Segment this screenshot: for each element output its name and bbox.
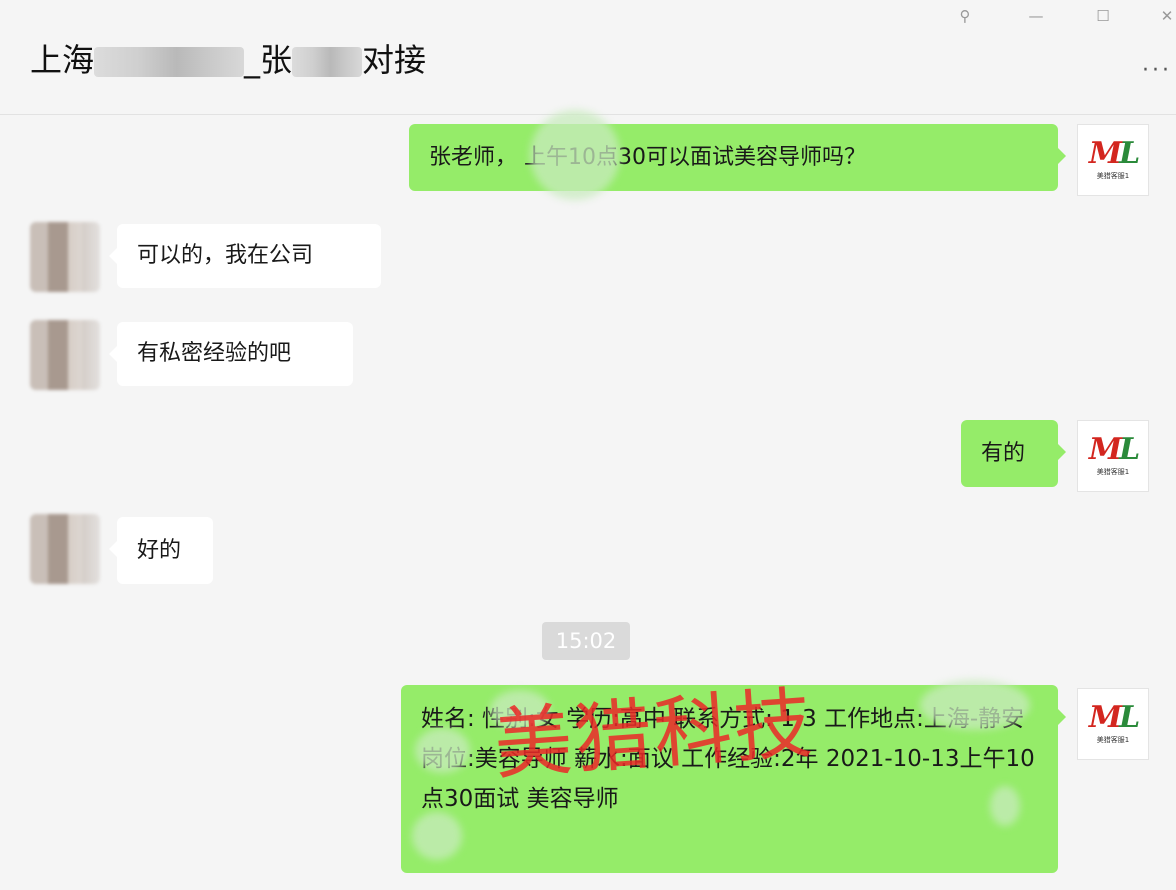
message-bubble-incoming[interactable]: 可以的，我在公司 [109, 224, 381, 288]
redacted-blur [412, 812, 462, 860]
maximize-icon[interactable]: ☐ [1092, 5, 1114, 27]
timestamp: 15:02 [542, 622, 630, 660]
avatar-contact[interactable] [30, 514, 100, 584]
avatar-self[interactable]: ML 美猎客服1 [1077, 420, 1149, 492]
message-bubble-outgoing[interactable]: 张老师， 上午10点30可以面试美容导师吗？ [409, 124, 1066, 191]
redacted-blur [292, 47, 363, 77]
logo-icon: ML [1088, 432, 1140, 467]
redacted-blur [920, 680, 1030, 730]
redacted-blur [490, 690, 550, 730]
message-bubble-incoming[interactable]: 好的 [109, 517, 213, 584]
close-icon[interactable]: ✕ [1156, 5, 1176, 27]
title-bar: 上海 _张 对接 ⚲ — ☐ ✕ ··· [0, 0, 1176, 115]
avatar-contact[interactable] [30, 320, 100, 390]
redacted-blur [94, 47, 245, 77]
chat-title: 上海 _张 对接 [30, 41, 427, 79]
message-bubble-incoming[interactable]: 有私密经验的吧 [109, 322, 353, 386]
redacted-blur [990, 786, 1020, 826]
message-bubble-outgoing[interactable]: 有的 [961, 420, 1066, 487]
pin-icon[interactable]: ⚲ [954, 5, 976, 27]
minimize-icon[interactable]: — [1025, 5, 1047, 27]
logo-icon: ML [1088, 136, 1140, 171]
more-icon[interactable]: ··· [1142, 58, 1172, 83]
redacted-blur [530, 110, 620, 200]
avatar-contact[interactable] [30, 222, 100, 292]
avatar-self[interactable]: ML 美猎客服1 [1077, 688, 1149, 760]
logo-icon: ML [1088, 700, 1140, 735]
avatar-self[interactable]: ML 美猎客服1 [1077, 124, 1149, 196]
redacted-blur [415, 728, 470, 773]
